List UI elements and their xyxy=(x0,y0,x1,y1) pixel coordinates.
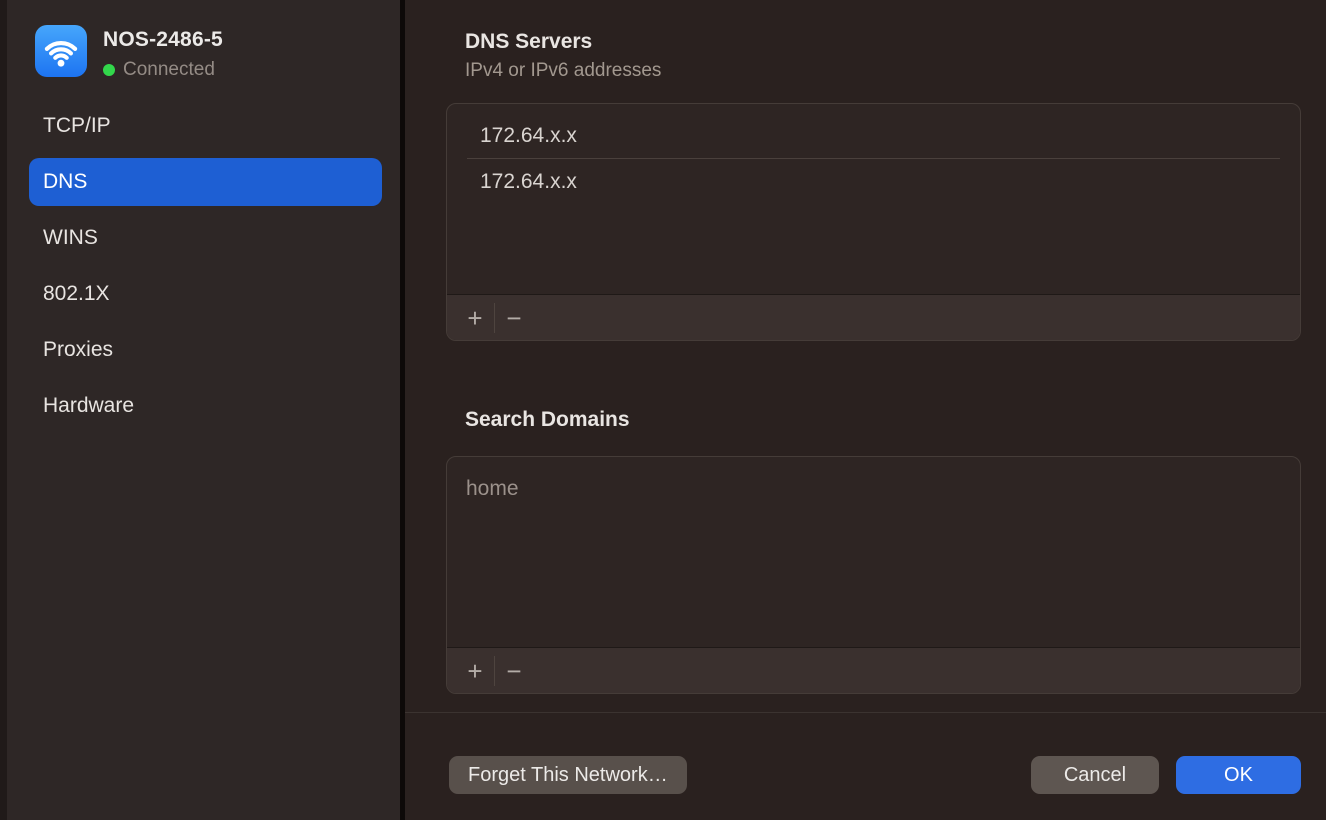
sidebar-item-dns[interactable]: DNS xyxy=(29,158,382,206)
dns-servers-subtitle: IPv4 or IPv6 addresses xyxy=(465,60,1301,82)
add-dns-server-button[interactable]: + xyxy=(456,295,494,340)
sidebar-item-proxies[interactable]: Proxies xyxy=(29,326,382,374)
green-dot-icon xyxy=(103,64,115,76)
main-content: DNS Servers IPv4 or IPv6 addresses 172.6… xyxy=(405,0,1326,713)
cancel-button[interactable]: Cancel xyxy=(1031,756,1159,794)
search-domains-title: Search Domains xyxy=(465,408,1301,432)
sidebar-item-wins[interactable]: WINS xyxy=(29,214,382,262)
forget-this-network-button[interactable]: Forget This Network… xyxy=(449,756,687,794)
search-domains-rows: home xyxy=(447,457,1300,647)
sidebar-item-8021x[interactable]: 802.1X xyxy=(29,270,382,318)
dns-server-row[interactable]: 172.64.x.x xyxy=(447,113,1300,158)
wifi-icon xyxy=(35,25,87,77)
add-search-domain-button[interactable]: + xyxy=(456,648,494,693)
dns-servers-title: DNS Servers xyxy=(465,30,1301,54)
network-status: Connected xyxy=(103,59,223,81)
ok-button[interactable]: OK xyxy=(1176,756,1301,794)
network-meta: NOS-2486-5 Connected xyxy=(103,25,223,81)
dns-servers-rows: 172.64.x.x 172.64.x.x xyxy=(447,104,1300,294)
section-gap xyxy=(446,341,1301,382)
sidebar: NOS-2486-5 Connected TCP/IP DNS WINS 802… xyxy=(7,0,400,820)
search-domains-listbox: home + − xyxy=(446,456,1301,694)
network-details-window: NOS-2486-5 Connected TCP/IP DNS WINS 802… xyxy=(0,0,1326,820)
search-domain-row[interactable]: home xyxy=(447,466,1300,511)
plus-icon: + xyxy=(467,658,482,684)
footer-divider xyxy=(405,712,1326,713)
remove-search-domain-button[interactable]: − xyxy=(495,648,533,693)
remove-dns-server-button[interactable]: − xyxy=(495,295,533,340)
search-domains-footer: + − xyxy=(447,647,1300,693)
window-edge xyxy=(0,0,7,820)
network-status-label: Connected xyxy=(123,59,215,81)
sidebar-item-tcpip[interactable]: TCP/IP xyxy=(29,102,382,150)
network-name: NOS-2486-5 xyxy=(103,28,223,52)
main-panel: DNS Servers IPv4 or IPv6 addresses 172.6… xyxy=(405,0,1326,820)
dns-servers-listbox: 172.64.x.x 172.64.x.x + − xyxy=(446,103,1301,341)
minus-icon: − xyxy=(506,658,521,684)
minus-icon: − xyxy=(506,305,521,331)
plus-icon: + xyxy=(467,305,482,331)
dialog-footer: Forget This Network… Cancel OK xyxy=(405,756,1326,794)
dns-servers-footer: + − xyxy=(447,294,1300,340)
wifi-glyph xyxy=(35,25,87,77)
sidebar-item-hardware[interactable]: Hardware xyxy=(29,382,382,430)
sidebar-nav: TCP/IP DNS WINS 802.1X Proxies Hardware xyxy=(7,81,400,430)
network-header: NOS-2486-5 Connected xyxy=(7,0,400,81)
dns-server-row[interactable]: 172.64.x.x xyxy=(447,159,1300,204)
